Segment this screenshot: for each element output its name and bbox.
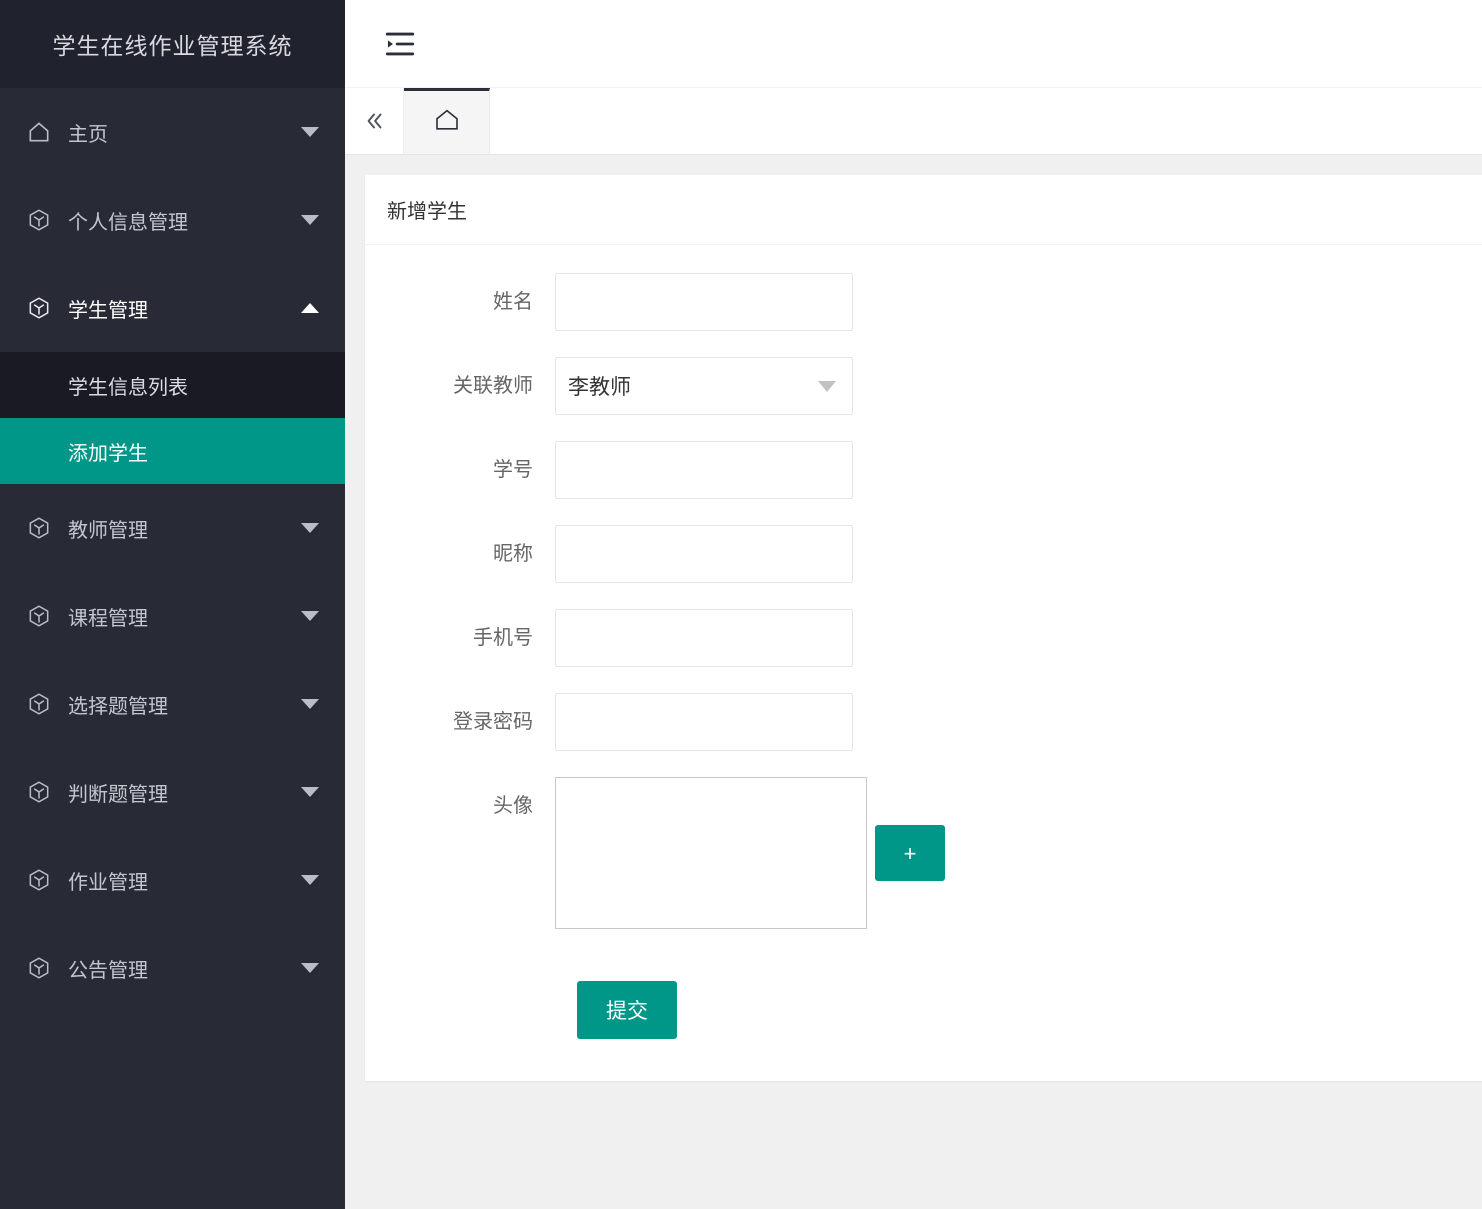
add-student-card: 新增学生 姓名 关联教师 李教师 学号 昵称 手机号 登录密码 头像 + 提交 xyxy=(365,175,1482,1081)
chevron-down-icon xyxy=(299,209,321,231)
chevron-down-icon xyxy=(299,121,321,143)
associated-teacher-select[interactable]: 李教师 xyxy=(555,357,853,415)
double-chevron-left-icon[interactable] xyxy=(345,88,404,154)
form-row-avatar: 头像 + xyxy=(365,777,1482,929)
home-icon xyxy=(24,117,54,147)
main-area: 新增学生 姓名 关联教师 李教师 学号 昵称 手机号 登录密码 头像 + 提交 xyxy=(345,0,1482,1209)
cube-icon xyxy=(24,205,54,235)
label-name: 姓名 xyxy=(493,291,533,313)
sidebar-item-label: 课程管理 xyxy=(68,607,148,630)
card-title: 新增学生 xyxy=(365,175,1482,245)
chevron-down-icon xyxy=(818,380,836,392)
sidebar-item-course-management[interactable]: 课程管理 xyxy=(0,572,345,660)
topbar xyxy=(345,0,1482,88)
name-input[interactable] xyxy=(555,273,853,331)
sidebar-item-label: 作业管理 xyxy=(68,871,148,894)
label-student-number: 学号 xyxy=(493,459,533,481)
sidebar-item-student-management[interactable]: 学生管理 xyxy=(0,264,345,352)
form-row-associated-teacher: 关联教师 李教师 xyxy=(365,357,1482,415)
sidebar-item-profile-management[interactable]: 个人信息管理 xyxy=(0,176,345,264)
cube-icon xyxy=(24,777,54,807)
cube-icon xyxy=(24,513,54,543)
student-number-input[interactable] xyxy=(555,441,853,499)
sidebar-subitem-add-student[interactable]: 添加学生 xyxy=(0,418,345,484)
sidebar-item-judgement-question-management[interactable]: 判断题管理 xyxy=(0,748,345,836)
sidebar-item-home[interactable]: 主页 xyxy=(0,88,345,176)
form-row-nickname: 昵称 xyxy=(365,525,1482,583)
sidebar-nav: 主页 个人信息管理 学生管理 学生信息列表 添加学生 教师管理 课程管理 选择题… xyxy=(0,88,345,1012)
sidebar-item-label: 公告管理 xyxy=(68,959,148,982)
content-wrapper: 新增学生 姓名 关联教师 李教师 学号 昵称 手机号 登录密码 头像 + 提交 xyxy=(345,155,1482,1209)
sidebar-item-label: 主页 xyxy=(68,123,108,146)
app-logo-title: 学生在线作业管理系统 xyxy=(0,0,345,88)
sidebar-item-homework-management[interactable]: 作业管理 xyxy=(0,836,345,924)
sidebar-item-label: 选择题管理 xyxy=(68,695,168,718)
add-student-form: 姓名 关联教师 李教师 学号 昵称 手机号 登录密码 头像 + 提交 xyxy=(365,245,1482,1081)
menu-fold-icon[interactable] xyxy=(383,27,417,61)
password-input[interactable] xyxy=(555,693,853,751)
app-title-text: 学生在线作业管理系统 xyxy=(52,33,293,59)
associated-teacher-value: 李教师 xyxy=(568,376,631,399)
submit-button[interactable]: 提交 xyxy=(577,981,677,1039)
sidebar-item-label: 判断题管理 xyxy=(68,783,168,806)
sidebar-subitem-student-list[interactable]: 学生信息列表 xyxy=(0,352,345,418)
chevron-down-icon xyxy=(299,693,321,715)
avatar-upload-group: + xyxy=(555,777,945,929)
sidebar-subitem-label: 添加学生 xyxy=(68,442,148,465)
chevron-down-icon xyxy=(299,517,321,539)
sidebar-submenu-student-management: 学生信息列表 添加学生 xyxy=(0,352,345,484)
label-phone: 手机号 xyxy=(473,627,533,649)
sidebar: 学生在线作业管理系统 主页 个人信息管理 学生管理 学生信息列表 添加学生 教师… xyxy=(0,0,345,1209)
form-row-student-number: 学号 xyxy=(365,441,1482,499)
nickname-input[interactable] xyxy=(555,525,853,583)
cube-icon xyxy=(24,601,54,631)
sidebar-item-label: 教师管理 xyxy=(68,519,148,542)
chevron-up-icon xyxy=(299,297,321,319)
form-row-name: 姓名 xyxy=(365,273,1482,331)
label-nickname: 昵称 xyxy=(493,543,533,565)
form-row-submit: 提交 xyxy=(365,981,1482,1039)
phone-input[interactable] xyxy=(555,609,853,667)
chevron-down-icon xyxy=(299,605,321,627)
avatar-preview-box[interactable] xyxy=(555,777,867,929)
home-icon xyxy=(432,105,462,140)
avatar-upload-button[interactable]: + xyxy=(875,825,945,881)
tab-home[interactable] xyxy=(404,88,490,154)
label-avatar: 头像 xyxy=(493,795,533,817)
chevron-down-icon xyxy=(299,957,321,979)
sidebar-item-label: 学生管理 xyxy=(68,299,148,322)
sidebar-subitem-label: 学生信息列表 xyxy=(68,376,188,399)
form-row-phone: 手机号 xyxy=(365,609,1482,667)
tab-bar xyxy=(345,88,1482,155)
cube-icon xyxy=(24,953,54,983)
label-password: 登录密码 xyxy=(453,711,533,733)
sidebar-item-announcement-management[interactable]: 公告管理 xyxy=(0,924,345,1012)
sidebar-item-teacher-management[interactable]: 教师管理 xyxy=(0,484,345,572)
sidebar-item-label: 个人信息管理 xyxy=(68,211,188,234)
form-row-password: 登录密码 xyxy=(365,693,1482,751)
cube-icon xyxy=(24,865,54,895)
sidebar-item-choice-question-management[interactable]: 选择题管理 xyxy=(0,660,345,748)
chevron-down-icon xyxy=(299,869,321,891)
app-root: 学生在线作业管理系统 主页 个人信息管理 学生管理 学生信息列表 添加学生 教师… xyxy=(0,0,1482,1209)
cube-icon xyxy=(24,293,54,323)
label-associated-teacher: 关联教师 xyxy=(453,375,533,397)
card-title-text: 新增学生 xyxy=(387,201,467,223)
chevron-down-icon xyxy=(299,781,321,803)
cube-icon xyxy=(24,689,54,719)
